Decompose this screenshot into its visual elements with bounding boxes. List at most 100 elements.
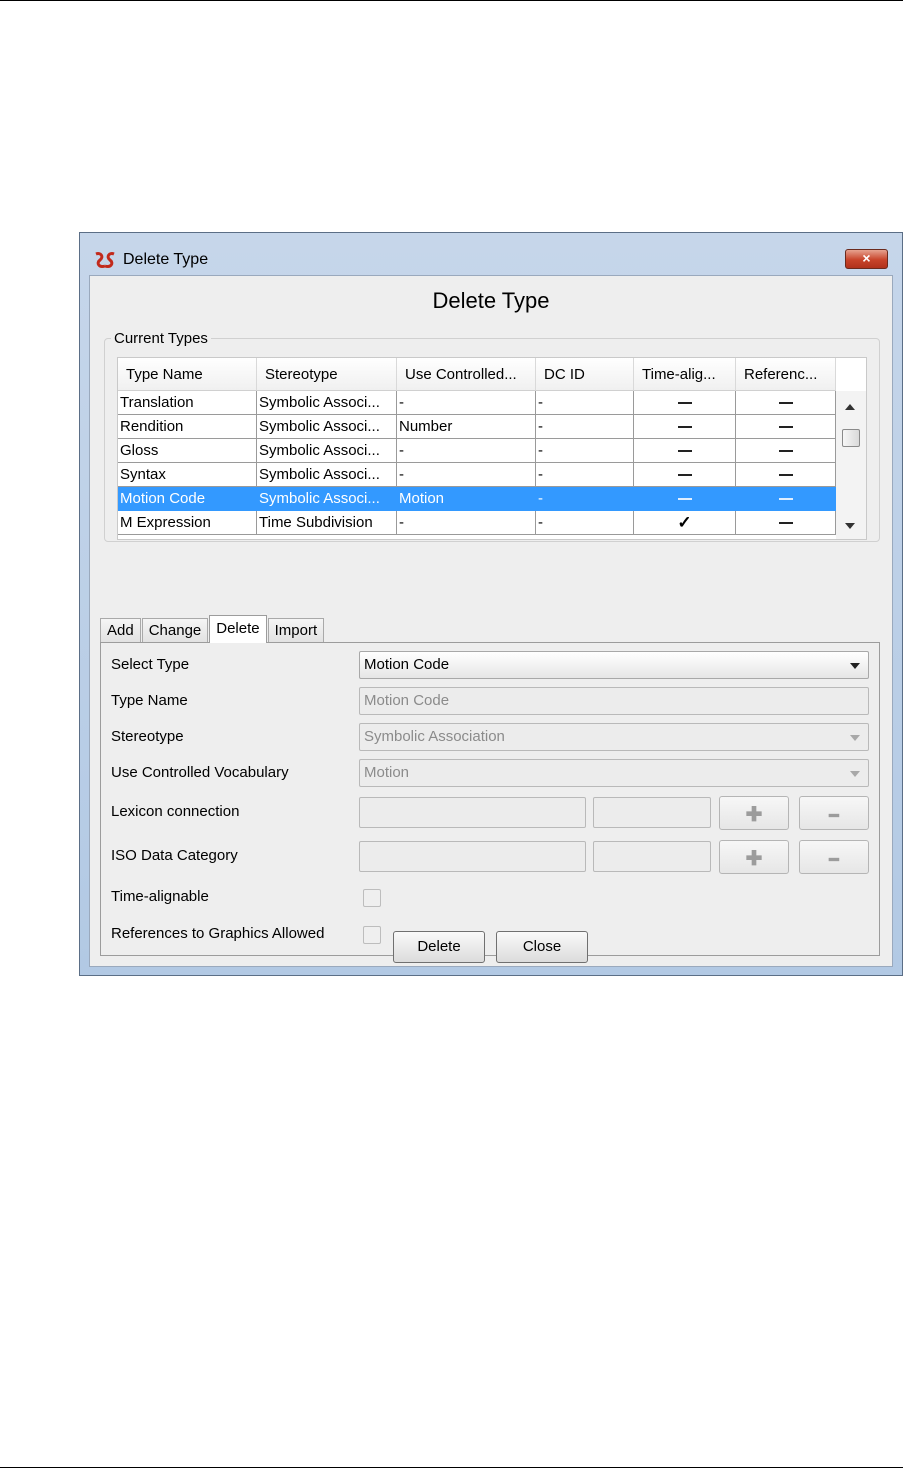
- dialog-heading: Delete Type: [432, 288, 550, 313]
- cell-references: [736, 439, 836, 463]
- minus-icon: ━: [829, 852, 839, 869]
- dash-icon: [677, 402, 692, 405]
- dash-icon: [778, 402, 793, 405]
- time-alignable-checkbox: [363, 889, 381, 907]
- scroll-thumb[interactable]: [842, 429, 860, 447]
- dash-icon: [677, 426, 692, 429]
- time-alignable-label: Time-alignable: [111, 888, 209, 905]
- cell-dc-id: -: [536, 487, 634, 511]
- table-row[interactable]: M Expression Time Subdivision - - ✓: [118, 511, 836, 535]
- cell-references: [736, 391, 836, 415]
- cell-references: [736, 415, 836, 439]
- delete-tab-panel: Select Type Motion Code Type Name Motion…: [100, 642, 880, 956]
- select-type-value: Motion Code: [364, 656, 450, 673]
- column-header-type-name[interactable]: Type Name: [118, 358, 257, 391]
- cell-stereotype: Symbolic Associ...: [257, 391, 397, 415]
- page-top-rule: [0, 0, 903, 1]
- lexicon-remove-button: ━: [799, 796, 869, 830]
- tab-import[interactable]: Import: [267, 618, 325, 643]
- cell-controlled-vocabulary: Number: [397, 415, 536, 439]
- column-header-stereotype[interactable]: Stereotype: [257, 358, 397, 391]
- current-types-group: Current Types Type Name Stereotype Use C…: [104, 330, 880, 542]
- checkmark-icon: ✓: [677, 513, 692, 532]
- cell-time-alignable: [634, 439, 736, 463]
- table-row[interactable]: Motion Code Symbolic Associ... Motion -: [118, 487, 836, 511]
- lexicon-connection-field: [359, 797, 586, 828]
- delete-button[interactable]: Delete: [393, 931, 485, 963]
- tab-delete[interactable]: Delete: [209, 615, 267, 643]
- cell-time-alignable: [634, 487, 736, 511]
- iso-add-button: ✚: [719, 840, 789, 874]
- select-type-dropdown[interactable]: Motion Code: [359, 651, 869, 679]
- delete-type-dialog: Delete Type × Delete Type Current Types …: [79, 232, 903, 976]
- current-types-label: Current Types: [111, 330, 211, 347]
- stereotype-value: Symbolic Association: [364, 728, 505, 745]
- cell-controlled-vocabulary: -: [397, 463, 536, 487]
- select-type-label: Select Type: [111, 656, 190, 673]
- types-table: Type Name Stereotype Use Controlled... D…: [117, 357, 867, 540]
- lexicon-entry-field: [593, 797, 711, 828]
- cell-type-name: Translation: [118, 391, 257, 415]
- dash-icon: [677, 474, 692, 477]
- graphics-references-checkbox: [363, 926, 381, 944]
- chevron-down-icon: [850, 771, 860, 777]
- scroll-down-arrow-icon[interactable]: [845, 523, 855, 529]
- column-header-dc-id[interactable]: DC ID: [536, 358, 634, 391]
- plus-icon: ✚: [745, 848, 763, 870]
- window-title: Delete Type: [123, 251, 209, 268]
- scroll-up-arrow-icon[interactable]: [845, 404, 855, 410]
- tab-add[interactable]: Add: [100, 618, 141, 643]
- cell-references: [736, 511, 836, 535]
- iso-remove-button: ━: [799, 840, 869, 874]
- cell-controlled-vocabulary: -: [397, 511, 536, 535]
- cell-stereotype: Symbolic Associ...: [257, 487, 397, 511]
- close-button[interactable]: Close: [496, 931, 588, 963]
- controlled-vocabulary-value: Motion: [364, 764, 410, 781]
- graphics-references-label: References to Graphics Allowed: [111, 925, 325, 942]
- table-row[interactable]: Translation Symbolic Associ... - -: [118, 391, 836, 415]
- stereotype-label: Stereotype: [111, 728, 184, 745]
- table-scrollbar[interactable]: [836, 391, 866, 539]
- iso-data-category-field: [359, 841, 586, 872]
- dash-icon: [778, 498, 793, 501]
- column-header-time-alignable[interactable]: Time-alig...: [634, 358, 736, 391]
- cell-references: [736, 487, 836, 511]
- cell-controlled-vocabulary: Motion: [397, 487, 536, 511]
- controlled-vocabulary-label: Use Controlled Vocabulary: [111, 764, 289, 781]
- cell-time-alignable: [634, 391, 736, 415]
- cell-stereotype: Time Subdivision: [257, 511, 397, 535]
- cell-dc-id: -: [536, 391, 634, 415]
- minus-icon: ━: [829, 808, 839, 825]
- cell-type-name: Motion Code: [118, 487, 257, 511]
- cell-type-name: M Expression: [118, 511, 257, 535]
- cell-stereotype: Symbolic Associ...: [257, 463, 397, 487]
- controlled-vocabulary-dropdown: Motion: [359, 759, 869, 787]
- dash-icon: [778, 450, 793, 453]
- tab-change[interactable]: Change: [141, 618, 209, 643]
- iso-data-category-label: ISO Data Category: [111, 847, 238, 864]
- cell-dc-id: -: [536, 415, 634, 439]
- table-row[interactable]: Gloss Symbolic Associ... - -: [118, 439, 836, 463]
- cell-time-alignable: [634, 415, 736, 439]
- dash-icon: [778, 474, 793, 477]
- plus-icon: ✚: [745, 804, 763, 826]
- window-close-button[interactable]: ×: [845, 249, 888, 269]
- dash-icon: [778, 426, 793, 429]
- cell-references: [736, 463, 836, 487]
- dialog-body: Delete Type Current Types Type Name Ster…: [89, 275, 893, 967]
- iso-data-category-id-field: [593, 841, 711, 872]
- elan-app-icon: [95, 252, 115, 268]
- cell-dc-id: -: [536, 511, 634, 535]
- type-name-label: Type Name: [111, 692, 188, 709]
- column-header-references[interactable]: Referenc...: [736, 358, 836, 391]
- chevron-down-icon: [850, 735, 860, 741]
- dash-icon: [677, 450, 692, 453]
- title-bar[interactable]: Delete Type ×: [80, 233, 902, 275]
- cell-dc-id: -: [536, 463, 634, 487]
- table-row[interactable]: Rendition Symbolic Associ... Number -: [118, 415, 836, 439]
- table-header: Type Name Stereotype Use Controlled... D…: [118, 358, 836, 391]
- cell-type-name: Syntax: [118, 463, 257, 487]
- chevron-down-icon: [850, 663, 860, 669]
- table-row[interactable]: Syntax Symbolic Associ... - -: [118, 463, 836, 487]
- column-header-controlled-vocabulary[interactable]: Use Controlled...: [397, 358, 536, 391]
